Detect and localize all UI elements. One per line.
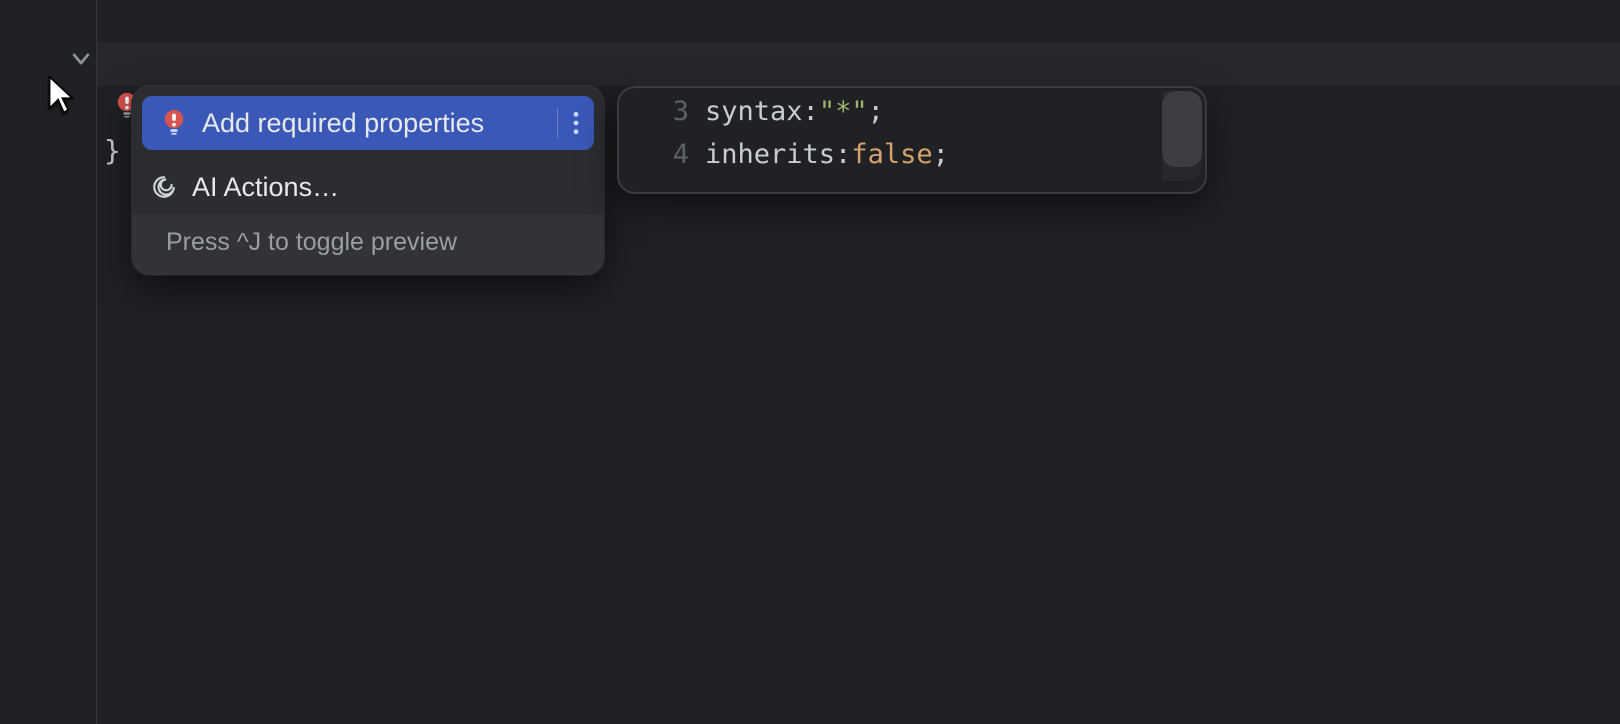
quickfix-label: Add required properties (202, 108, 484, 139)
preview-scrollbar-thumb[interactable] (1162, 91, 1202, 167)
line-number: 4 (619, 139, 705, 170)
line-number: 3 (619, 96, 705, 127)
close-brace: } (104, 134, 121, 167)
quickfix-add-required-properties[interactable]: Add required properties (142, 96, 594, 150)
error-bulb-icon (160, 109, 188, 137)
ai-actions-label: AI Actions… (192, 172, 339, 203)
preview-line: 4 inherits : false ; (619, 139, 1205, 182)
fold-toggle[interactable] (70, 48, 92, 74)
intention-popup: Add required properties AI Actions… Pres… (132, 86, 604, 275)
ai-spiral-icon (150, 174, 178, 200)
colon: : (803, 96, 819, 127)
semicolon: ; (868, 96, 884, 127)
mouse-cursor-icon (46, 74, 76, 118)
popup-hint: Press ^J to toggle preview (132, 214, 604, 275)
property-value: "*" (819, 96, 868, 127)
preview-panel: 3 syntax : "*" ; 4 inherits : false ; (617, 86, 1207, 194)
ai-actions-item[interactable]: AI Actions… (132, 160, 604, 214)
separator (557, 108, 558, 138)
colon: : (835, 139, 851, 170)
property-value: false (851, 139, 932, 170)
more-options-button[interactable] (543, 108, 580, 138)
property-name: syntax (705, 96, 803, 127)
preview-line: 3 syntax : "*" ; (619, 96, 1205, 139)
semicolon: ; (933, 139, 949, 170)
property-name: inherits (705, 139, 835, 170)
